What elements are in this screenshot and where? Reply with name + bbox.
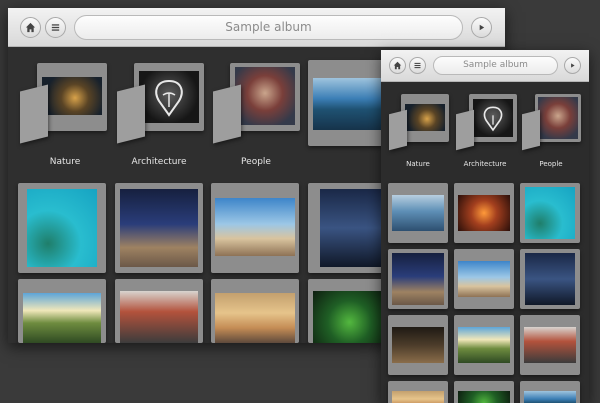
album-label: Nature [406, 160, 430, 168]
album-label: Nature [49, 157, 81, 167]
main-toolbar: Sample album [8, 8, 505, 47]
photo-thumbnail [392, 253, 444, 305]
photo-thumbnail [215, 293, 295, 343]
photo-thumbnail [392, 391, 444, 403]
photo-tile[interactable] [454, 249, 514, 309]
photo-thumbnail [525, 187, 575, 239]
folder-cover [20, 84, 48, 144]
folder-cover [456, 109, 474, 151]
folder-cover [522, 109, 540, 151]
photo-thumbnail [313, 78, 383, 130]
album-thumbnail [405, 104, 445, 131]
umbrella-icon [155, 79, 183, 117]
photo-thumbnail [525, 253, 575, 305]
photo-thumbnail [215, 198, 295, 256]
photo-thumbnail [458, 391, 510, 403]
album-label: Architecture [131, 157, 187, 167]
photo-thumbnail [524, 391, 576, 403]
photo-thumbnail [120, 291, 198, 343]
menu-button[interactable] [45, 17, 66, 38]
photo-thumbnail [524, 327, 576, 363]
folder-cover [117, 84, 145, 144]
album-thumbnail [139, 71, 199, 123]
album-label: People [539, 160, 563, 168]
photo-tile[interactable] [454, 381, 514, 403]
photo-tile[interactable] [18, 183, 106, 273]
photo-tile[interactable] [520, 249, 580, 309]
album-thumbnail [42, 77, 102, 115]
photo-thumbnail [392, 327, 444, 363]
album-thumbnail [473, 99, 513, 137]
photo-thumbnail [458, 195, 510, 231]
photo-thumbnail [320, 189, 386, 267]
photo-thumbnail [458, 327, 510, 363]
photo-thumbnail [392, 195, 444, 231]
menu-button[interactable] [409, 57, 426, 74]
photo-tile[interactable] [211, 279, 299, 343]
play-button[interactable] [471, 17, 492, 38]
photo-thumbnail [313, 291, 386, 343]
menu-icon [414, 62, 421, 69]
home-button[interactable] [20, 17, 41, 38]
umbrella-icon [483, 106, 503, 132]
photo-tile[interactable] [211, 183, 299, 273]
photo-tile[interactable] [115, 183, 203, 273]
photo-tile[interactable] [520, 183, 580, 243]
play-icon [479, 24, 485, 31]
small-album-window: Sample album Nature Architecture People [381, 50, 589, 403]
photo-tile[interactable] [454, 183, 514, 243]
home-icon [25, 22, 36, 33]
folder-cover [213, 84, 241, 144]
photo-tile[interactable] [388, 249, 448, 309]
photo-tile[interactable] [308, 60, 386, 146]
photo-thumbnail [23, 293, 101, 343]
play-button[interactable] [564, 57, 581, 74]
photo-tile[interactable] [308, 183, 386, 273]
home-icon [393, 61, 402, 70]
photo-tile[interactable] [520, 381, 580, 403]
album-label: People [241, 157, 271, 167]
photo-thumbnail [27, 189, 97, 267]
photo-tile[interactable] [115, 279, 203, 343]
photo-tile[interactable] [520, 315, 580, 375]
album-stack [469, 94, 517, 142]
photo-tile[interactable] [388, 315, 448, 375]
photo-thumbnail [120, 189, 198, 267]
photo-thumbnail [458, 261, 510, 297]
home-button[interactable] [389, 57, 406, 74]
play-icon [571, 63, 575, 68]
folder-cover [389, 109, 407, 151]
menu-icon [51, 24, 60, 31]
album-title-field[interactable]: Sample album [74, 15, 463, 40]
photo-tile[interactable] [454, 315, 514, 375]
album-label: Architecture [463, 160, 507, 168]
album-thumbnail [538, 97, 578, 139]
album-title-field[interactable]: Sample album [433, 56, 558, 75]
album-stack [401, 94, 449, 142]
album-thumbnail [235, 67, 295, 125]
small-toolbar: Sample album [381, 50, 589, 82]
photo-tile[interactable] [18, 279, 106, 343]
photo-tile[interactable] [388, 381, 448, 403]
photo-tile[interactable] [308, 279, 386, 343]
album-stack [535, 94, 581, 142]
photo-tile[interactable] [388, 183, 448, 243]
